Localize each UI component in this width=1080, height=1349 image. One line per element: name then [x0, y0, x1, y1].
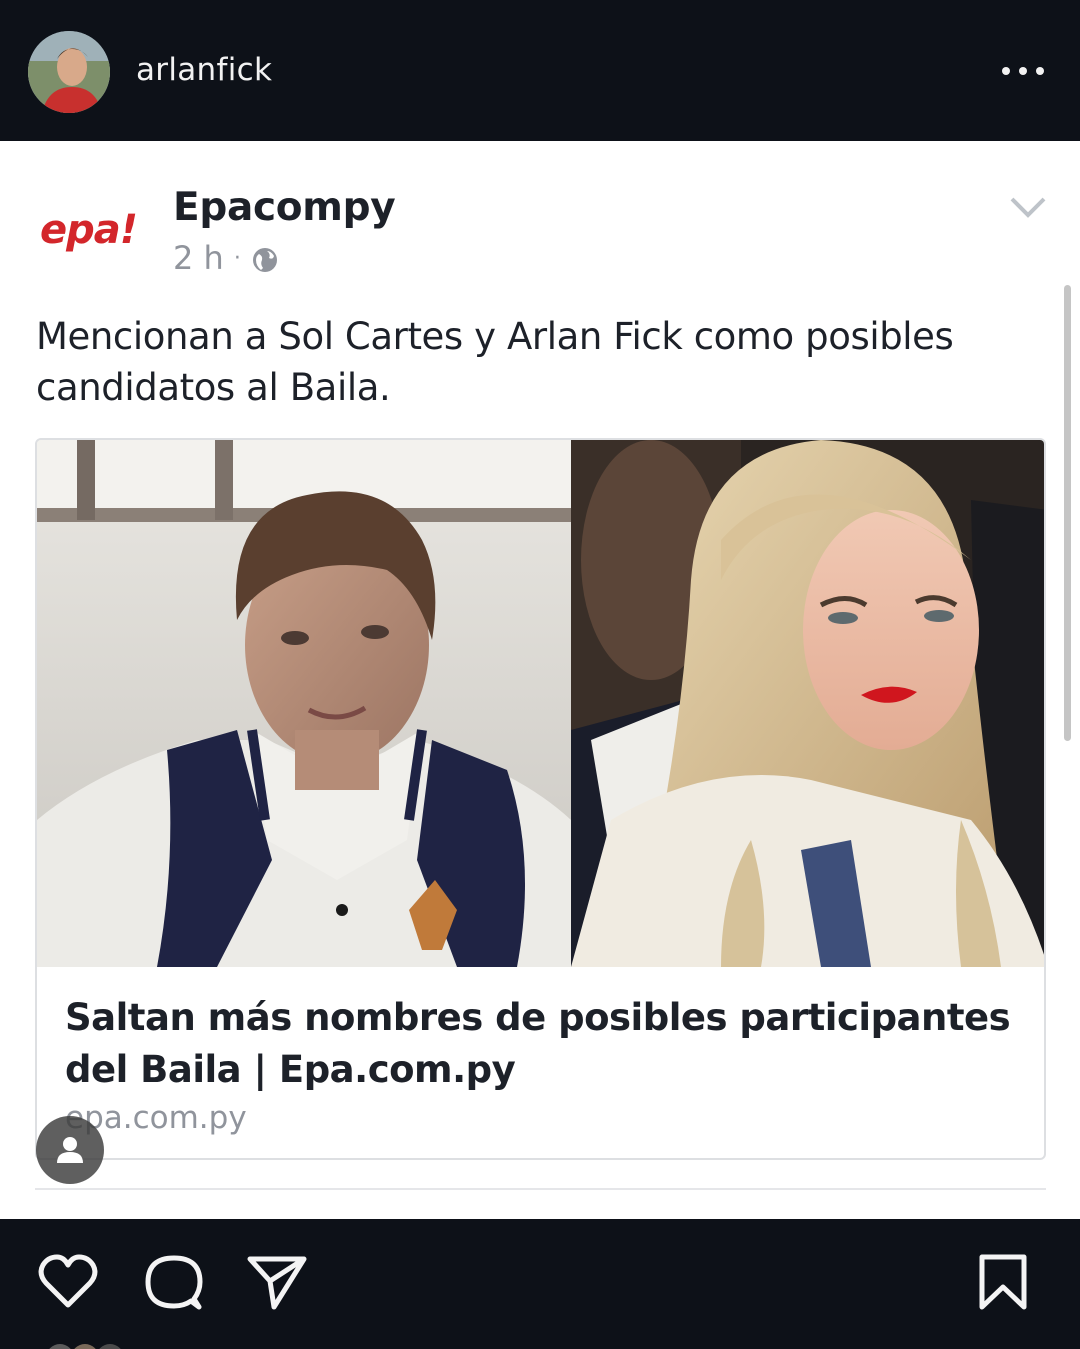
photo-young-woman [571, 440, 1044, 967]
instagram-header: arlanfick [0, 0, 1080, 141]
epa-logo: epa! [38, 201, 148, 261]
liked-by-avatars [40, 1343, 160, 1349]
more-options-icon[interactable] [998, 56, 1048, 86]
link-title[interactable]: Saltan más nombres de posibles participa… [65, 992, 1015, 1096]
heart-icon[interactable] [37, 1253, 99, 1311]
dot [1002, 67, 1010, 75]
globe-icon [251, 244, 279, 272]
link-preview-photos [37, 440, 1044, 967]
divider [35, 1188, 1046, 1190]
username[interactable]: arlanfick [136, 52, 272, 88]
dot [1036, 67, 1044, 75]
link-preview-card[interactable]: Saltan más nombres de posibles participa… [35, 438, 1046, 1160]
page-name[interactable]: Epacompy [173, 185, 396, 230]
scrollbar[interactable] [1064, 285, 1071, 741]
photo-young-man [37, 440, 571, 967]
user-tag-icon[interactable] [36, 1116, 104, 1184]
meta-separator: · [233, 245, 241, 271]
post-image[interactable]: epa! Epacompy 2 h · Mencionan a Sol Cart… [0, 141, 1080, 1219]
dot [1019, 67, 1027, 75]
share-icon[interactable] [246, 1253, 308, 1311]
chevron-down-icon[interactable] [1008, 193, 1048, 221]
post-time[interactable]: 2 h [173, 239, 224, 277]
epa-logo-text: epa! [40, 207, 137, 253]
comment-icon[interactable] [143, 1253, 205, 1311]
post-meta: 2 h · [173, 239, 279, 277]
bookmark-icon[interactable] [976, 1253, 1030, 1311]
profile-avatar[interactable] [28, 31, 110, 113]
post-text: Mencionan a Sol Cartes y Arlan Fick como… [36, 315, 954, 409]
